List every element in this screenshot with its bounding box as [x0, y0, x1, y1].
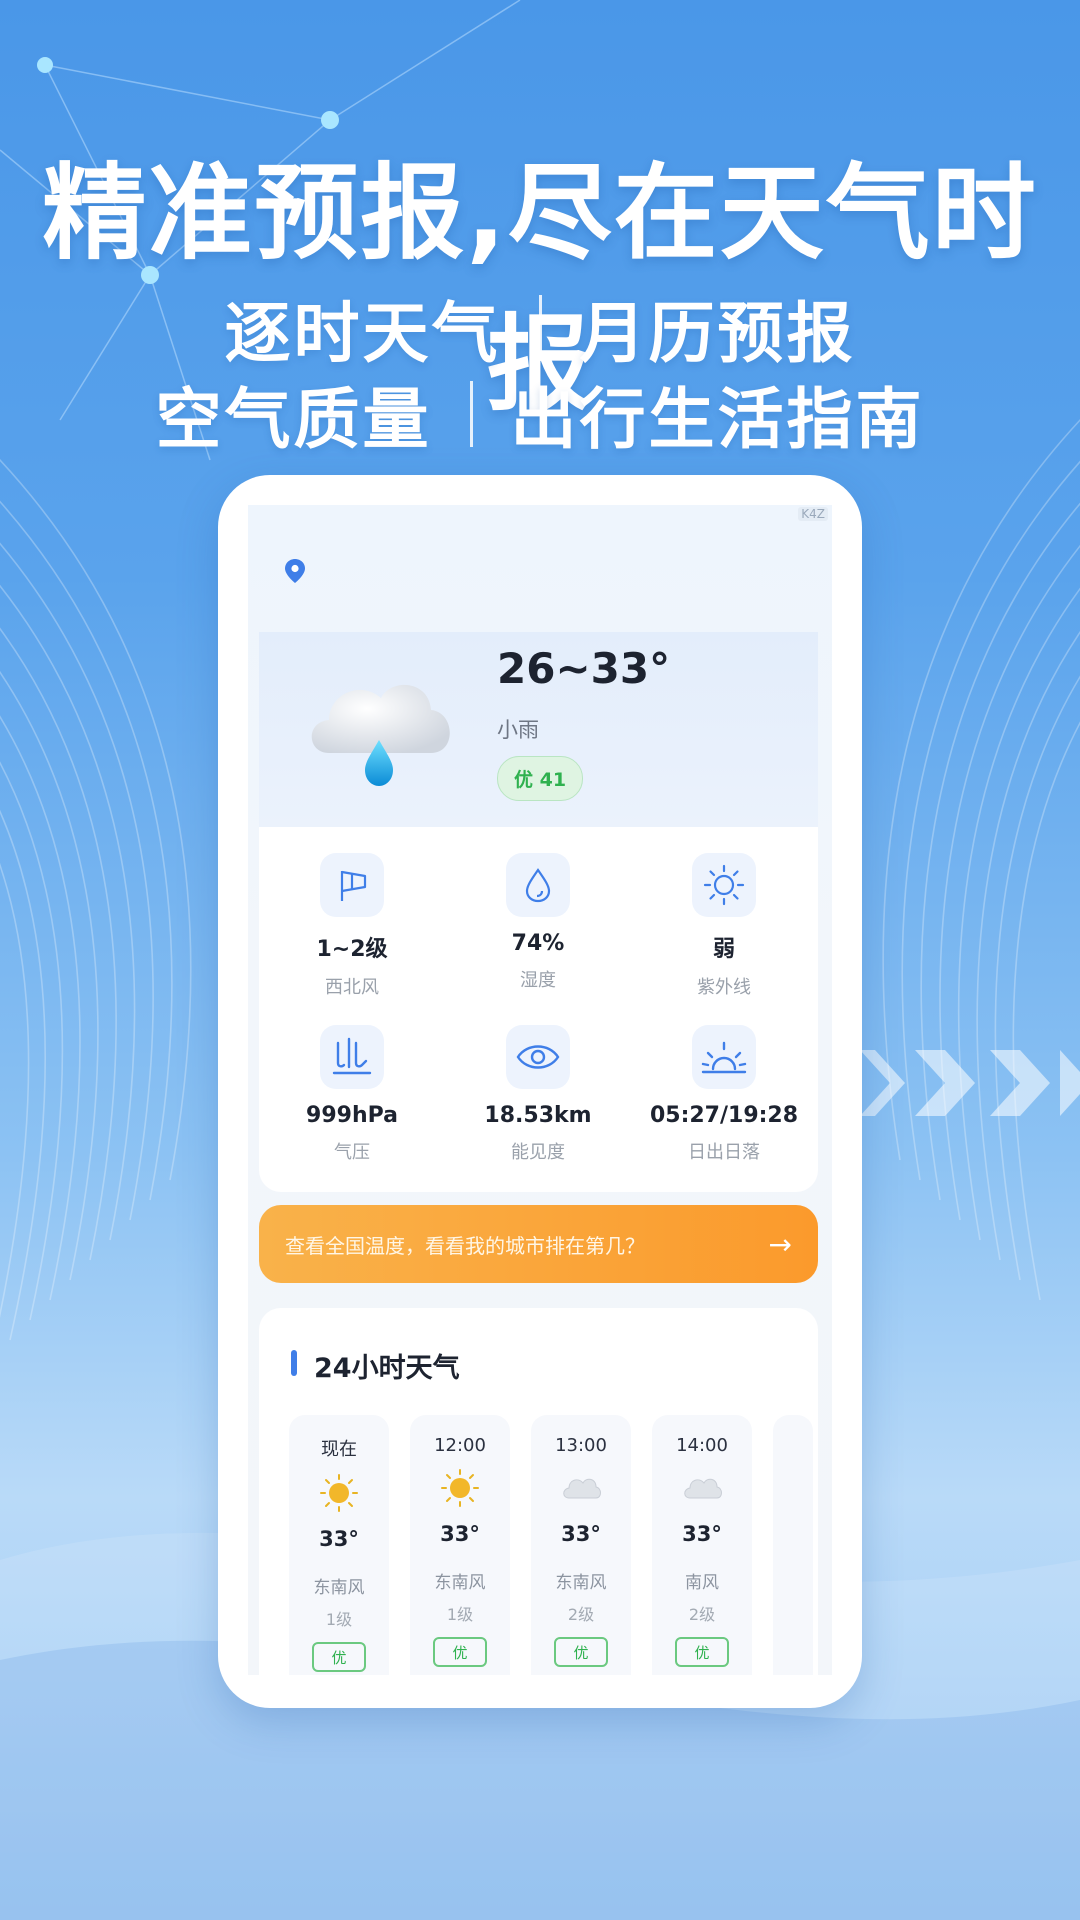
hourly-forecast: 24小时天气 现在 33° 东南风 1级 优 12:00 33° 东南风 1级 …: [259, 1308, 818, 1675]
feature-hourly: 逐时天气: [224, 295, 501, 372]
hourly-title: 24小时天气: [314, 1353, 460, 1384]
promo-subline-2: 空气质量 出行生活指南: [0, 366, 1080, 462]
hour-wind-level: 1级: [325, 1610, 353, 1629]
hour-temp: 33°: [561, 1522, 601, 1546]
metric-pressure: 999hPa 气压: [259, 1025, 445, 1164]
metric-label: 湿度: [520, 970, 556, 991]
hour-air-quality: 优: [554, 1637, 608, 1667]
aqi-badge[interactable]: 优 41: [497, 756, 584, 801]
hour-air-quality: 优: [675, 1637, 729, 1667]
hour-temp: 33°: [440, 1522, 480, 1546]
hour-temp: 33°: [319, 1527, 359, 1551]
today-summary: 26~33° 小雨 优 41: [259, 632, 818, 827]
weather-metrics: 1~2级 西北风 74% 湿度 弱 紫外线 999hPa 气压 18.53km …: [259, 827, 818, 1192]
hour-time: 现在: [321, 1439, 357, 1460]
metric-value: 1~2级: [316, 937, 388, 962]
hour-card[interactable]: 13:00 33° 东南风 2级 优: [531, 1415, 631, 1675]
hour-air-quality: 优: [312, 1642, 366, 1672]
hour-card[interactable]: 现在 33° 东南风 1级 优: [289, 1415, 389, 1675]
weather-condition: 小雨: [497, 718, 539, 742]
status-tag: K4Z: [798, 507, 828, 521]
metric-value: 05:27/19:28: [649, 1103, 799, 1128]
drop-icon: [506, 853, 570, 917]
hour-wind-level: 1级: [446, 1605, 474, 1624]
arrow-right-icon: →: [768, 1227, 792, 1261]
metric-label: 西北风: [325, 977, 379, 998]
cloud-rain-icon: [311, 684, 450, 786]
metric-label: 日出日落: [688, 1142, 760, 1163]
metric-wind: 1~2级 西北风: [259, 853, 445, 999]
feature-guide: 出行生活指南: [510, 381, 925, 458]
metric-value: 18.53km: [484, 1103, 592, 1128]
app-screen: K4Z 26~33° 小雨 优 41 1~2级 西北风 74% 湿度 弱 紫外线…: [248, 505, 832, 1675]
metric-label: 气压: [334, 1142, 370, 1163]
metric-label: 紫外线: [697, 977, 751, 998]
banner-text: 查看全国温度，看看我的城市排在第几？: [285, 1233, 645, 1258]
sun-icon: [320, 1474, 358, 1512]
eye-icon: [506, 1025, 570, 1089]
promo-subline-1: 逐时天气 月历预报: [0, 280, 1080, 376]
metric-uv: 弱 紫外线: [631, 853, 817, 999]
metric-value: 74%: [511, 931, 565, 956]
hour-card-partial[interactable]: [773, 1415, 813, 1675]
sun-icon: [692, 853, 756, 917]
feature-calendar: 月历预报: [579, 295, 856, 372]
temperature-range: 26~33°: [497, 644, 671, 693]
metric-value: 弱: [712, 937, 735, 962]
hour-wind: 南风: [685, 1573, 719, 1593]
section-marker: [291, 1350, 297, 1376]
hour-wind-level: 2级: [567, 1605, 595, 1624]
hour-wind: 东南风: [555, 1573, 607, 1593]
hour-time: 14:00: [676, 1435, 728, 1456]
cloud-icon: [684, 1478, 722, 1499]
metric-sunrise: 05:27/19:28 日出日落: [631, 1025, 817, 1164]
feature-air: 空气质量: [155, 381, 432, 458]
metric-humidity: 74% 湿度: [445, 853, 631, 992]
hour-card[interactable]: 12:00 33° 东南风 1级 优: [410, 1415, 510, 1675]
location-pin-icon[interactable]: [284, 558, 306, 584]
divider: [469, 381, 473, 447]
phone-frame: K4Z 26~33° 小雨 优 41 1~2级 西北风 74% 湿度 弱 紫外线…: [218, 475, 862, 1708]
hour-time: 12:00: [434, 1435, 486, 1456]
metric-label: 能见度: [511, 1142, 565, 1163]
cloud-icon: [563, 1478, 601, 1499]
hour-time: 13:00: [555, 1435, 607, 1456]
sun-icon: [441, 1469, 479, 1507]
hour-temp: 33°: [682, 1522, 722, 1546]
pressure-icon: [320, 1025, 384, 1089]
hour-wind-level: 2级: [688, 1605, 716, 1624]
temperature-ranking-banner[interactable]: 查看全国温度，看看我的城市排在第几？ →: [259, 1205, 818, 1283]
hour-wind: 东南风: [313, 1578, 365, 1598]
divider: [538, 295, 542, 361]
sunrise-icon: [692, 1025, 756, 1089]
hour-wind: 东南风: [434, 1573, 486, 1593]
hour-air-quality: 优: [433, 1637, 487, 1667]
flag-icon: [320, 853, 384, 917]
metric-value: 999hPa: [306, 1103, 398, 1128]
metric-visibility: 18.53km 能见度: [445, 1025, 631, 1164]
hour-card[interactable]: 14:00 33° 南风 2级 优: [652, 1415, 752, 1675]
